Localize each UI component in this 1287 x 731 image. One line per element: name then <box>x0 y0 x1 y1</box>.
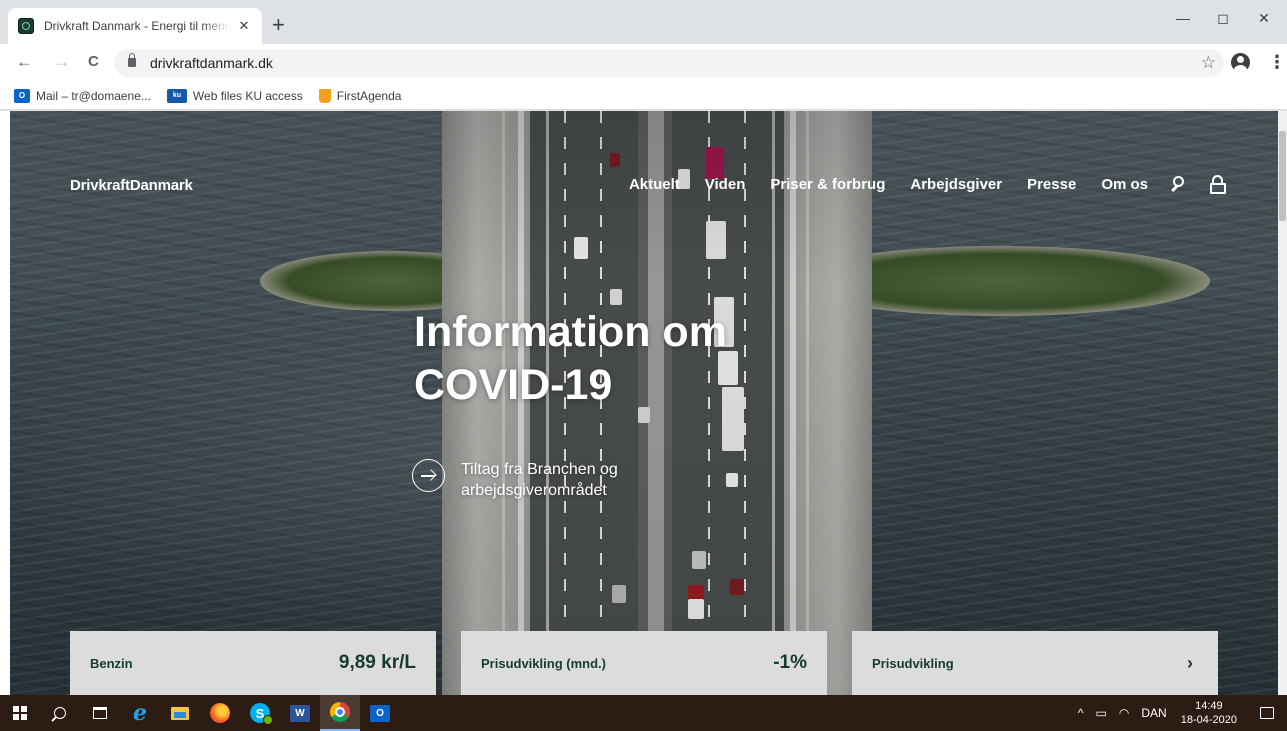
card-value: 9,89 kr/L <box>338 652 416 673</box>
taskbar-search-button[interactable] <box>40 695 80 731</box>
bookmark-firstagenda[interactable]: FirstAgenda <box>318 88 402 103</box>
back-button[interactable]: ← <box>16 52 33 72</box>
profile-avatar-icon[interactable] <box>1231 53 1250 72</box>
bookmarks-bar: O Mail – tr@domaene... ku Web files KU a… <box>0 82 1287 110</box>
site-nav: Aktuelt Viden Priser & forbrug Arbejdsgi… <box>604 174 1228 194</box>
site-favicon-icon <box>18 18 34 34</box>
cards-next-button[interactable]: › <box>1162 631 1218 695</box>
system-tray: ^ ▭ ◠ DAN 14:49 18-04-2020 <box>1072 695 1287 731</box>
nav-viden[interactable]: Viden <box>705 176 746 193</box>
input-language[interactable]: DAN <box>1141 706 1166 720</box>
browser-tab[interactable]: Drivkraft Danmark - Energi til mennesker… <box>8 8 262 44</box>
outlook-icon: O <box>370 704 390 722</box>
chrome-icon <box>330 702 350 722</box>
internet-explorer-icon: e <box>133 700 147 726</box>
bookmark-star-icon[interactable]: ☆ <box>1201 53 1216 73</box>
maximize-button[interactable]: ◻ <box>1200 10 1246 27</box>
file-explorer-icon <box>171 706 189 720</box>
hero-image: DrivkraftDanmark Aktuelt Viden Priser & … <box>10 111 1278 695</box>
card-label: Prisudvikling (mnd.) <box>481 655 606 671</box>
reload-button[interactable]: C <box>88 52 99 72</box>
taskbar-ie[interactable]: e <box>120 695 160 731</box>
taskbar-chrome[interactable] <box>320 695 360 731</box>
price-card-benzin[interactable]: Benzin 9,89 kr/L <box>70 631 436 695</box>
task-view-icon <box>93 707 107 719</box>
ku-icon: ku <box>166 88 187 103</box>
address-bar[interactable]: drivkraftdanmark.dk ☆ <box>114 49 1224 77</box>
nav-presse[interactable]: Presse <box>1027 176 1076 193</box>
action-center-button[interactable] <box>1247 695 1287 731</box>
clock-time: 14:49 <box>1195 700 1223 712</box>
start-button[interactable] <box>0 695 40 731</box>
price-card-prisudvikling-mnd[interactable]: Prisudvikling (mnd.) -1% <box>461 631 827 695</box>
nav-aktuelt[interactable]: Aktuelt <box>629 176 680 193</box>
nav-arbejdsgiver[interactable]: Arbejdsgiver <box>910 176 1002 193</box>
hero-cta-link[interactable]: Tiltag fra Branchen og arbejdsgiverområd… <box>412 459 671 501</box>
bookmark-ku[interactable]: ku Web files KU access <box>166 88 303 103</box>
taskbar-firefox[interactable] <box>200 695 240 731</box>
tab-strip: Drivkraft Danmark - Energi til mennesker… <box>0 0 1287 44</box>
nav-om-os[interactable]: Om os <box>1101 176 1148 193</box>
page-scrollbar[interactable] <box>1278 111 1287 695</box>
word-icon: W <box>290 704 310 722</box>
card-label: Benzin <box>90 655 133 671</box>
windows-taskbar: e S W O ^ ▭ ◠ DAN 14:49 18-04-2020 <box>0 695 1287 731</box>
price-card-prisudvikling[interactable]: Prisudvikling <box>852 631 1162 695</box>
system-clock[interactable]: 14:49 18-04-2020 <box>1181 699 1237 727</box>
card-value: -1% <box>773 652 807 673</box>
site-logo[interactable]: DrivkraftDanmark <box>70 177 193 194</box>
hero-title: Information om COVID-19 <box>414 306 834 412</box>
firstagenda-icon <box>318 88 331 103</box>
login-lock-icon[interactable] <box>1208 174 1228 194</box>
outlook-icon: O <box>14 88 30 103</box>
bookmark-label: Web files KU access <box>192 88 303 103</box>
arrow-right-circle-icon[interactable] <box>412 459 445 492</box>
search-icon <box>54 707 66 719</box>
lock-icon[interactable] <box>128 53 136 67</box>
taskbar-skype[interactable]: S <box>240 695 280 731</box>
url-text[interactable]: drivkraftdanmark.dk <box>150 55 273 71</box>
scrollbar-thumb[interactable] <box>1279 131 1286 221</box>
taskbar-word[interactable]: W <box>280 695 320 731</box>
firefox-icon <box>210 703 230 723</box>
hero-cta-text[interactable]: Tiltag fra Branchen og arbejdsgiverområd… <box>461 459 671 501</box>
bookmark-mail[interactable]: O Mail – tr@domaene... <box>14 88 151 103</box>
notification-icon <box>1260 707 1274 719</box>
taskbar-file-explorer[interactable] <box>160 695 200 731</box>
taskbar-outlook[interactable]: O <box>360 695 400 731</box>
close-window-button[interactable]: ✕ <box>1241 10 1287 27</box>
bookmark-label: Mail – tr@domaene... <box>36 88 151 103</box>
hero-title-line1: Information om <box>414 308 727 356</box>
task-view-button[interactable] <box>80 695 120 731</box>
nav-priser-forbrug[interactable]: Priser & forbrug <box>770 176 885 193</box>
battery-icon[interactable]: ▭ <box>1096 706 1107 720</box>
new-tab-button[interactable]: + <box>272 14 285 36</box>
windows-logo-icon <box>13 706 27 720</box>
forward-button[interactable]: → <box>53 52 70 72</box>
close-tab-icon[interactable]: ✕ <box>236 18 252 34</box>
browser-toolbar: ← → C drivkraftdanmark.dk ☆ ⋮ <box>0 44 1287 82</box>
card-label: Prisudvikling <box>872 655 954 671</box>
search-icon[interactable] <box>1168 174 1188 194</box>
page-viewport: DrivkraftDanmark Aktuelt Viden Priser & … <box>0 111 1287 695</box>
wifi-icon[interactable]: ◠ <box>1119 706 1129 720</box>
bookmark-label: FirstAgenda <box>336 88 402 103</box>
clock-date: 18-04-2020 <box>1180 714 1237 726</box>
skype-icon: S <box>250 703 273 725</box>
hero-title-line2: COVID-19 <box>414 361 613 409</box>
tab-title: Drivkraft Danmark - Energi til mennesker <box>44 19 230 33</box>
browser-menu-icon[interactable]: ⋮ <box>1268 52 1286 72</box>
tray-chevron-icon[interactable]: ^ <box>1078 706 1084 720</box>
